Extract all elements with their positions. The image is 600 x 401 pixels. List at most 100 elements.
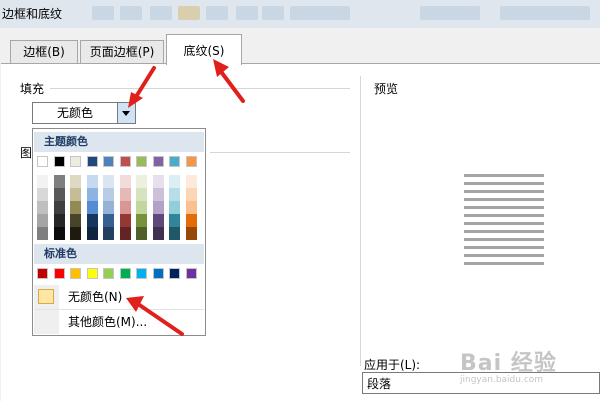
theme-tint-swatch[interactable] xyxy=(119,188,131,201)
standard-color-swatch[interactable] xyxy=(136,268,147,279)
theme-tint-swatch[interactable] xyxy=(70,201,81,214)
theme-tint-swatch[interactable] xyxy=(136,188,147,201)
standard-color-swatch[interactable] xyxy=(53,268,65,279)
theme-color-swatch[interactable] xyxy=(136,156,147,167)
theme-tint-swatch[interactable] xyxy=(185,175,197,188)
preview-line xyxy=(464,206,544,209)
fill-color-value: 无颜色 xyxy=(56,106,93,120)
preview-line xyxy=(464,182,544,185)
theme-tint-swatch[interactable] xyxy=(103,188,114,201)
standard-color-swatch[interactable] xyxy=(86,268,98,279)
theme-tint-swatch[interactable] xyxy=(37,214,48,227)
theme-tint-swatch[interactable] xyxy=(185,188,197,201)
theme-color-swatch[interactable] xyxy=(86,156,98,167)
theme-tint-swatch[interactable] xyxy=(70,175,81,188)
theme-tint-swatch[interactable] xyxy=(169,214,180,227)
toolbar-icon xyxy=(92,6,114,20)
theme-tint-swatch[interactable] xyxy=(152,214,164,227)
standard-color-swatch[interactable] xyxy=(185,268,197,279)
standard-color-swatch[interactable] xyxy=(37,268,48,279)
theme-tint-swatch[interactable] xyxy=(86,214,98,227)
theme-tint-swatch[interactable] xyxy=(53,175,65,188)
theme-tint-swatch[interactable] xyxy=(169,227,180,240)
theme-colors-header: 主题颜色 xyxy=(34,132,204,152)
theme-color-swatch[interactable] xyxy=(169,156,180,167)
theme-tint-swatch[interactable] xyxy=(53,227,65,240)
annotation-arrow-icon xyxy=(126,296,184,336)
theme-tint-swatch[interactable] xyxy=(37,227,48,240)
standard-color-swatch[interactable] xyxy=(119,268,131,279)
fill-label: 填充 xyxy=(20,82,45,96)
theme-tint-swatch[interactable] xyxy=(53,201,65,214)
theme-tint-swatch[interactable] xyxy=(185,214,197,227)
fill-divider xyxy=(50,88,350,89)
baidu-watermark: Bai 经验 jingyan.baidu.com xyxy=(460,345,557,385)
theme-tint-swatch[interactable] xyxy=(37,188,48,201)
theme-tint-swatch[interactable] xyxy=(103,214,114,227)
theme-color-swatch[interactable] xyxy=(103,156,114,167)
no-color-label: 无颜色(N) xyxy=(68,290,123,304)
tab-page-border[interactable]: 页面边框(P) xyxy=(80,40,164,63)
theme-tint-swatch[interactable] xyxy=(152,188,164,201)
panel-separator xyxy=(360,76,361,366)
theme-tint-swatch[interactable] xyxy=(53,188,65,201)
title-bar: 边框和底纹 xyxy=(0,0,600,28)
standard-color-swatch[interactable] xyxy=(103,268,114,279)
tab-page-border-label: 页面边框(P) xyxy=(89,45,155,59)
theme-tint-swatch[interactable] xyxy=(152,175,164,188)
theme-color-swatch[interactable] xyxy=(119,156,131,167)
theme-tint-swatch[interactable] xyxy=(185,201,197,214)
theme-tint-swatch[interactable] xyxy=(119,227,131,240)
theme-tint-swatch[interactable] xyxy=(70,188,81,201)
toolbar-icon xyxy=(120,6,142,20)
theme-tint-swatch[interactable] xyxy=(136,214,147,227)
theme-tint-swatch[interactable] xyxy=(86,201,98,214)
theme-tint-swatch[interactable] xyxy=(136,201,147,214)
theme-tint-swatch[interactable] xyxy=(169,175,180,188)
theme-tint-swatch[interactable] xyxy=(136,227,147,240)
preview-line xyxy=(464,214,544,217)
theme-tint-swatch[interactable] xyxy=(119,175,131,188)
theme-tint-swatch[interactable] xyxy=(103,227,114,240)
watermark-subtext: jingyan.baidu.com xyxy=(460,375,544,385)
standard-color-swatch[interactable] xyxy=(152,268,164,279)
theme-tint-swatch[interactable] xyxy=(152,201,164,214)
no-color-swatch-icon xyxy=(34,285,59,309)
theme-tint-swatch[interactable] xyxy=(70,214,81,227)
preview-line xyxy=(464,230,544,233)
preview-label: 预览 xyxy=(374,82,399,96)
tab-borders[interactable]: 边框(B) xyxy=(10,40,78,63)
theme-tint-swatch[interactable] xyxy=(185,227,197,240)
theme-tint-swatch[interactable] xyxy=(169,201,180,214)
theme-color-swatch[interactable] xyxy=(37,156,48,167)
preview-line xyxy=(464,190,544,193)
theme-tint-swatch[interactable] xyxy=(169,188,180,201)
theme-tint-swatch[interactable] xyxy=(103,201,114,214)
standard-colors-header: 标准色 xyxy=(34,244,204,264)
theme-color-swatch[interactable] xyxy=(70,156,81,167)
theme-tint-swatch[interactable] xyxy=(53,214,65,227)
theme-tint-swatch[interactable] xyxy=(37,201,48,214)
preview-line xyxy=(464,262,544,265)
theme-tint-swatch[interactable] xyxy=(136,175,147,188)
toolbar-icon xyxy=(236,6,258,20)
theme-tint-swatch[interactable] xyxy=(103,175,114,188)
theme-tint-swatch[interactable] xyxy=(86,175,98,188)
theme-color-swatch[interactable] xyxy=(53,156,65,167)
annotation-arrow-icon xyxy=(213,59,245,103)
annotation-arrow-icon xyxy=(128,66,156,108)
theme-tint-swatch[interactable] xyxy=(119,201,131,214)
theme-tint-swatch[interactable] xyxy=(70,227,81,240)
theme-tint-swatch[interactable] xyxy=(86,227,98,240)
toolbar-icon xyxy=(500,6,590,20)
standard-color-swatch[interactable] xyxy=(70,268,81,279)
theme-tint-swatch[interactable] xyxy=(37,175,48,188)
theme-color-swatch[interactable] xyxy=(185,156,197,167)
theme-tint-swatch[interactable] xyxy=(119,214,131,227)
pattern-divider xyxy=(210,152,350,153)
standard-color-swatch[interactable] xyxy=(169,268,180,279)
theme-tint-swatch[interactable] xyxy=(86,188,98,201)
theme-tint-swatch[interactable] xyxy=(152,227,164,240)
more-colors-icon xyxy=(34,310,59,334)
theme-color-swatch[interactable] xyxy=(152,156,164,167)
